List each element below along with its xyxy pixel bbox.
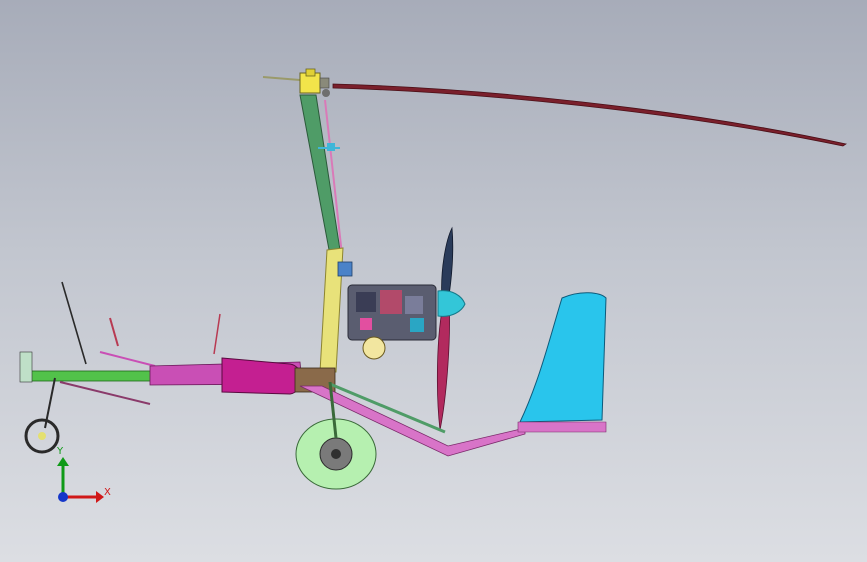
engine	[347, 284, 437, 360]
rotor-head	[262, 68, 330, 97]
nose-frame	[19, 281, 221, 429]
spinner	[437, 290, 466, 317]
axis-triad	[57, 457, 104, 503]
y-axis-label: Y	[57, 446, 64, 457]
tail-fin	[519, 292, 607, 423]
nose-wheel	[24, 418, 60, 454]
cad-viewport[interactable]: X Y	[0, 0, 867, 562]
propeller	[436, 226, 454, 431]
rotor-blade	[332, 83, 848, 147]
gyrocopter-model[interactable]	[0, 0, 867, 562]
x-axis-label: X	[104, 487, 111, 498]
